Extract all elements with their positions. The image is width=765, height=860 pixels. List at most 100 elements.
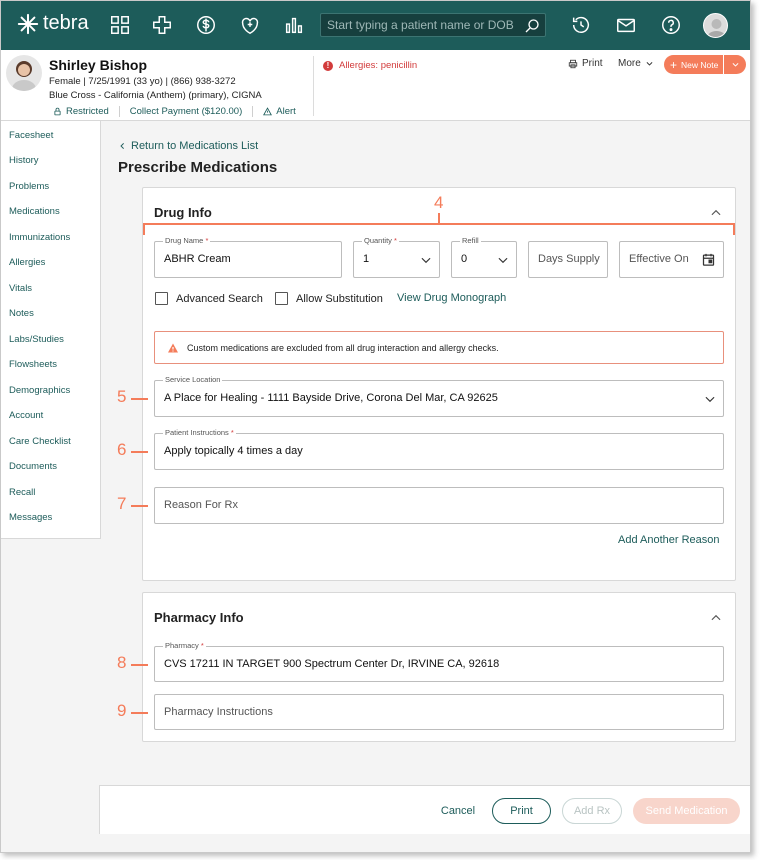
tebra-logo[interactable]: tebra — [17, 12, 89, 35]
tebra-logo-icon — [17, 13, 39, 34]
patient-name[interactable]: Shirley Bishop — [49, 57, 147, 73]
send-medication-button[interactable]: Send Medication — [633, 798, 740, 824]
reason-for-rx-input[interactable]: Reason For Rx — [154, 487, 724, 524]
reason-for-rx-placeholder: Reason For Rx — [164, 499, 238, 511]
annotation-number: 5 — [117, 387, 127, 406]
warning-text: Custom medications are excluded from all… — [187, 342, 499, 353]
cancel-button[interactable]: Cancel — [432, 798, 484, 824]
chevron-up-icon[interactable] — [709, 611, 723, 625]
sidebar-item-vitals[interactable]: Vitals — [9, 283, 32, 294]
sidebar-item-care-checklist[interactable]: Care Checklist — [9, 436, 71, 447]
add-another-reason-link[interactable]: Add Another Reason — [618, 534, 720, 546]
new-note-dropdown[interactable] — [724, 60, 746, 69]
calendar-icon[interactable] — [701, 252, 716, 267]
add-rx-button[interactable]: Add Rx — [562, 798, 622, 824]
service-location-value: A Place for Healing - 1111 Bayside Drive… — [164, 392, 498, 404]
patient-header: Shirley Bishop Female | 7/25/1991 (33 yo… — [1, 50, 750, 121]
drug-info-title: Drug Info — [154, 205, 212, 220]
days-supply-input[interactable]: Days Supply — [528, 241, 608, 278]
annotation-marker-line — [438, 213, 440, 223]
heart-shield-icon[interactable] — [239, 14, 261, 36]
effective-on-input[interactable]: Effective On — [619, 241, 724, 278]
patient-instructions-field[interactable]: Patient Instructions * Apply topically 4… — [154, 428, 724, 470]
sidebar-item-messages[interactable]: Messages — [9, 512, 52, 523]
chevron-down-icon — [498, 257, 508, 264]
refill-select[interactable]: Refill 0 — [451, 236, 517, 278]
annotation-number: 7 — [117, 494, 127, 513]
lock-icon — [54, 107, 61, 116]
pharmacy-instructions-input[interactable]: Pharmacy Instructions — [154, 694, 724, 730]
chevron-down-icon — [732, 63, 738, 67]
return-to-medications-link[interactable]: Return to Medications List — [118, 140, 258, 152]
pharmacy-field[interactable]: Pharmacy * CVS 17211 IN TARGET 900 Spect… — [154, 641, 724, 682]
quantity-select[interactable]: Quantity * 1 — [353, 236, 440, 278]
sidebar-item-problems[interactable]: Problems — [9, 181, 49, 192]
advanced-search-label: Advanced Search — [176, 292, 263, 305]
pharmacy-instructions-placeholder: Pharmacy Instructions — [164, 706, 273, 718]
sidebar-item-allergies[interactable]: Allergies — [9, 257, 45, 268]
mail-icon[interactable] — [615, 14, 637, 36]
sidebar-item-documents[interactable]: Documents — [9, 461, 57, 472]
plus-icon: + — [670, 57, 678, 72]
chevron-down-icon — [646, 62, 653, 66]
checkbox-box[interactable] — [155, 292, 168, 305]
sidebar-item-labs-studies[interactable]: Labs/Studies — [9, 334, 64, 345]
allergy-banner[interactable]: ! Allergies: penicillin — [323, 60, 417, 71]
sidebar-item-medications[interactable]: Medications — [9, 206, 60, 217]
collect-payment-link[interactable]: Collect Payment ($120.00) — [118, 106, 252, 117]
alert-link[interactable]: Alert — [252, 106, 306, 117]
checkbox-box[interactable] — [275, 292, 288, 305]
alert-circle-icon: ! — [323, 60, 333, 71]
help-icon[interactable] — [660, 14, 682, 36]
plus-cross-icon[interactable] — [151, 14, 173, 36]
pharmacy-label: Pharmacy * — [163, 641, 206, 650]
app-window: tebra Start typing a patient name or DOB — [0, 0, 751, 853]
service-location-label: Service Location — [163, 375, 223, 384]
sidebar-item-recall[interactable]: Recall — [9, 487, 35, 498]
patient-search-input[interactable]: Start typing a patient name or DOB — [320, 13, 546, 37]
view-drug-monograph-link[interactable]: View Drug Monograph — [397, 292, 506, 304]
sidebar-item-demographics[interactable]: Demographics — [9, 385, 70, 396]
bar-chart-icon[interactable] — [283, 14, 305, 36]
sidebar-item-immunizations[interactable]: Immunizations — [9, 232, 70, 243]
new-note-button[interactable]: + New Note — [664, 55, 746, 74]
search-icon[interactable] — [523, 17, 541, 35]
user-avatar[interactable] — [703, 13, 728, 38]
print-button[interactable]: Print — [492, 798, 551, 824]
custom-medication-warning: Custom medications are excluded from all… — [154, 331, 724, 364]
drug-name-field[interactable]: Drug Name * ABHR Cream — [154, 236, 342, 278]
dollar-icon[interactable] — [195, 14, 217, 36]
chevron-down-icon — [421, 257, 431, 264]
patient-insurance: Blue Cross - California (Anthem) (primar… — [49, 90, 262, 101]
printer-icon — [568, 59, 578, 68]
annotation-line — [131, 398, 148, 400]
sidebar-item-flowsheets[interactable]: Flowsheets — [9, 359, 57, 370]
allow-substitution-checkbox[interactable]: Allow Substitution — [275, 292, 383, 305]
annotation-line — [131, 712, 148, 714]
chevron-up-icon[interactable] — [709, 206, 723, 220]
grid-icon[interactable] — [109, 14, 131, 36]
chevron-left-icon — [120, 143, 124, 149]
sidebar-item-history[interactable]: History — [9, 155, 39, 166]
warning-triangle-icon — [168, 343, 178, 352]
service-location-select[interactable]: Service Location A Place for Healing - 1… — [154, 375, 724, 417]
more-menu-button[interactable]: More — [618, 58, 654, 69]
history-icon[interactable] — [570, 14, 592, 36]
refill-label: Refill — [460, 236, 481, 245]
restricted-link[interactable]: Restricted — [49, 106, 119, 117]
chevron-down-icon — [705, 396, 715, 403]
new-note-main[interactable]: + New Note — [664, 55, 724, 74]
print-header-button[interactable]: Print — [568, 58, 603, 69]
advanced-search-checkbox[interactable]: Advanced Search — [155, 292, 263, 305]
allergy-text: Allergies: penicillin — [339, 60, 418, 71]
sidebar-item-facesheet[interactable]: Facesheet — [9, 130, 53, 141]
patient-instructions-label: Patient Instructions * — [163, 428, 236, 437]
sidebar-item-notes[interactable]: Notes — [9, 308, 34, 319]
annotation-line — [131, 505, 148, 507]
page-title: Prescribe Medications — [118, 159, 278, 176]
days-supply-placeholder: Days Supply — [538, 253, 600, 265]
logo-text: tebra — [43, 12, 89, 34]
annotation-number: 6 — [117, 440, 127, 459]
patient-avatar — [6, 55, 42, 91]
sidebar-item-account[interactable]: Account — [9, 410, 43, 421]
